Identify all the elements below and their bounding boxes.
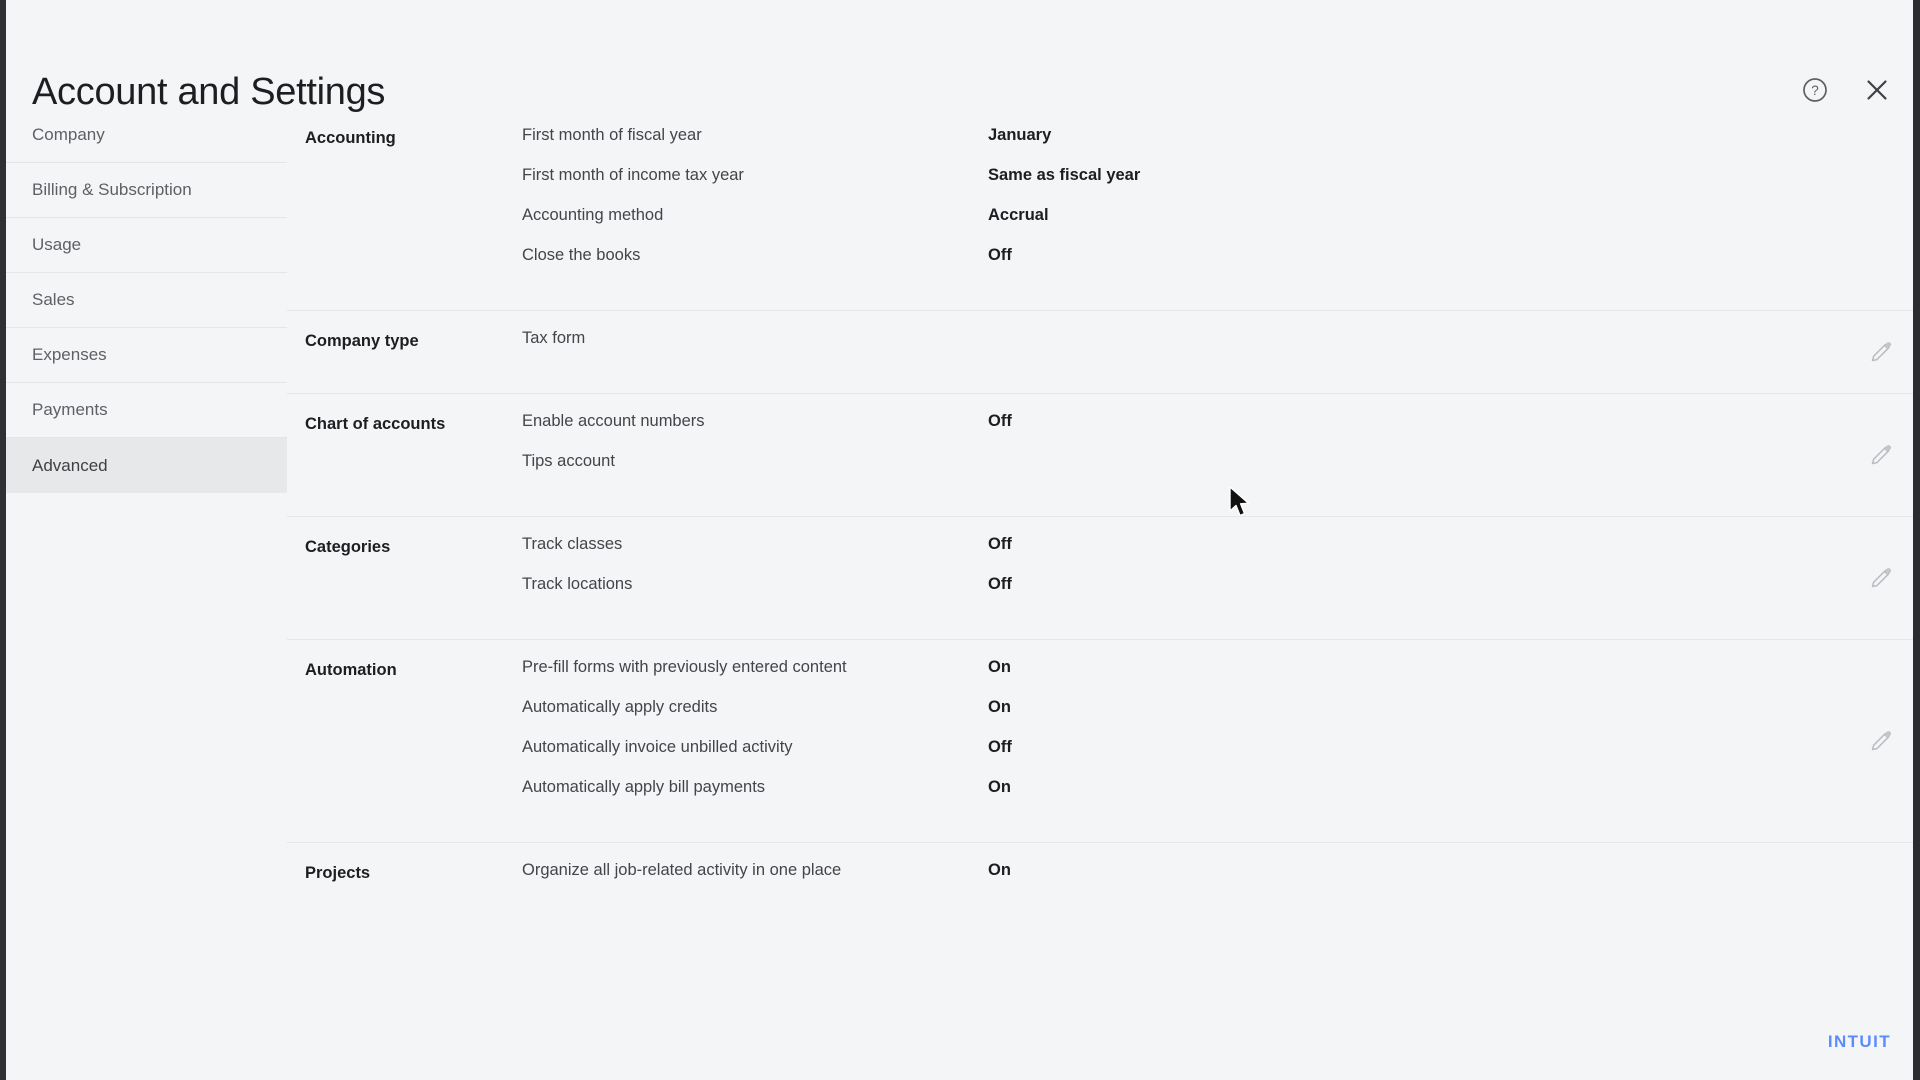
setting-label: Enable account numbers [522, 412, 705, 430]
setting-value: Off [988, 738, 1012, 756]
setting-row: Accounting method Accrual [522, 206, 1913, 246]
sidebar-item-expenses[interactable]: Expenses [6, 328, 287, 383]
setting-value: On [988, 658, 1011, 676]
setting-label: Pre-fill forms with previously entered c… [522, 658, 847, 676]
setting-value: On [988, 778, 1011, 796]
setting-value: Off [988, 412, 1012, 430]
sidebar-item-usage[interactable]: Usage [6, 218, 287, 273]
section-title: Automation [305, 661, 397, 679]
setting-label: Organize all job-related activity in one… [522, 861, 842, 879]
setting-value: Off [988, 535, 1012, 553]
setting-row: Close the books Off [522, 246, 1913, 286]
setting-label: Automatically invoice unbilled activity [522, 738, 793, 756]
setting-value: Accrual [988, 206, 1049, 224]
sidebar-item-label: Billing & Subscription [32, 180, 192, 199]
sidebar-item-billing-subscription[interactable]: Billing & Subscription [6, 163, 287, 218]
setting-value: Off [988, 246, 1012, 264]
setting-label: First month of fiscal year [522, 126, 702, 144]
sidebar-item-label: Company [32, 125, 105, 144]
settings-section: Projects Organize all job-related activit… [287, 843, 1913, 901]
settings-section: Chart of accounts Enable account numbers O… [287, 394, 1913, 517]
setting-row: Organize all job-related activity in one… [522, 861, 1913, 901]
pencil-icon[interactable] [1869, 340, 1893, 364]
sidebar-item-advanced[interactable]: Advanced [6, 438, 287, 493]
setting-label: Tips account [522, 452, 615, 470]
setting-label: Track classes [522, 535, 623, 553]
settings-content: Accounting First month of fiscal year Janu… [287, 108, 1913, 1080]
settings-section: Automation Pre-fill forms with previously… [287, 640, 1913, 843]
sidebar-item-label: Expenses [32, 345, 107, 364]
close-icon[interactable] [1863, 76, 1891, 104]
setting-row: First month of fiscal year January [522, 126, 1913, 166]
setting-row: First month of income tax year Same as fi… [522, 166, 1913, 206]
setting-row: Track classes Off [522, 535, 1913, 575]
settings-sidebar: Company Billing & Subscription Usage Sales E… [6, 108, 287, 493]
settings-section: Categories Track classes Off Track location… [287, 517, 1913, 640]
setting-row: Automatically apply bill payments On [522, 778, 1913, 818]
sidebar-item-company[interactable]: Company [6, 108, 287, 163]
setting-value: On [988, 861, 1011, 879]
sidebar-item-label: Payments [32, 400, 108, 419]
setting-value: On [988, 698, 1011, 716]
setting-row: Automatically invoice unbilled activity O… [522, 738, 1913, 778]
section-title: Accounting [305, 129, 396, 147]
header-actions: ? [1801, 76, 1891, 104]
sidebar-item-sales[interactable]: Sales [6, 273, 287, 328]
setting-row: Enable account numbers Off [522, 412, 1913, 452]
setting-label: Close the books [522, 246, 641, 264]
setting-label: Accounting method [522, 206, 664, 224]
sidebar-item-label: Advanced [32, 455, 108, 475]
setting-value: Off [988, 575, 1012, 593]
setting-row: Tips account [522, 452, 1913, 492]
section-title: Chart of accounts [305, 415, 446, 433]
setting-row: Track locations Off [522, 575, 1913, 615]
settings-section: Accounting First month of fiscal year Janu… [287, 108, 1913, 311]
svg-text:?: ? [1811, 83, 1819, 98]
setting-value: Same as fiscal year [988, 166, 1141, 184]
help-circle-icon[interactable]: ? [1801, 76, 1829, 104]
sidebar-item-label: Sales [32, 290, 75, 309]
section-title: Projects [305, 864, 371, 882]
setting-row: Pre-fill forms with previously entered c… [522, 658, 1913, 698]
setting-label: Tax form [522, 329, 586, 347]
sidebar-item-label: Usage [32, 235, 82, 254]
intuit-logo: INTUIT [1827, 1032, 1891, 1051]
setting-label: Automatically apply bill payments [522, 778, 766, 796]
pencil-icon[interactable] [1869, 443, 1893, 467]
settings-section: Company type Tax form [287, 311, 1913, 394]
section-title: Categories [305, 538, 391, 556]
section-title: Company type [305, 332, 419, 350]
pencil-icon[interactable] [1869, 729, 1893, 753]
setting-label: Automatically apply credits [522, 698, 718, 716]
setting-value: January [988, 126, 1052, 144]
account-settings-modal: Account and Settings ? Company Billing & … [0, 0, 1920, 1080]
pencil-icon[interactable] [1869, 566, 1893, 590]
setting-label: First month of income tax year [522, 166, 744, 184]
setting-row: Tax form [522, 329, 1913, 369]
setting-row: Automatically apply credits On [522, 698, 1913, 738]
setting-label: Track locations [522, 575, 633, 593]
sidebar-item-payments[interactable]: Payments [6, 383, 287, 438]
